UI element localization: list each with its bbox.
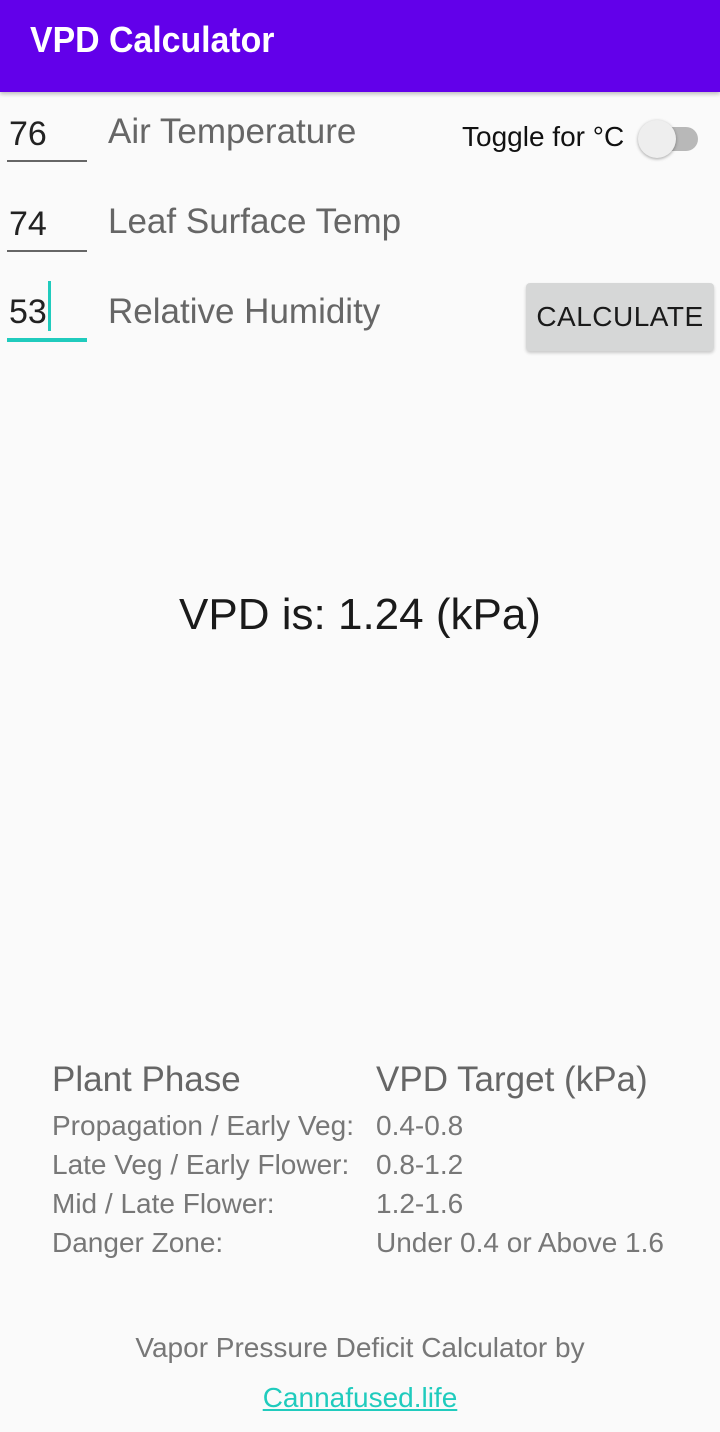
air-temp-input[interactable]: 76 <box>7 112 87 162</box>
website-link[interactable]: Cannafused.life <box>263 1382 458 1413</box>
target-cell: 0.8-1.2 <box>376 1149 464 1180</box>
humidity-value: 53 <box>9 293 47 331</box>
target-cell: Under 0.4 or Above 1.6 <box>376 1227 664 1258</box>
app-title: VPD Calculator <box>30 19 275 60</box>
phase-cell: Danger Zone: <box>52 1227 224 1258</box>
calculate-button[interactable]: CALCULATE <box>526 283 714 351</box>
text-cursor <box>47 281 51 331</box>
celsius-toggle-label: Toggle for °C <box>462 121 625 152</box>
leaf-temp-input[interactable]: 74 <box>7 202 87 252</box>
table-header-target: VPD Target (kPa) <box>376 1060 648 1099</box>
leaf-temp-label: Leaf Surface Temp <box>108 202 402 241</box>
phase-cell: Late Veg / Early Flower: <box>52 1149 350 1180</box>
footer-credit: Vapor Pressure Deficit Calculator by <box>135 1332 585 1363</box>
humidity-input[interactable]: 53 <box>7 281 87 342</box>
phase-cell: Propagation / Early Veg: <box>52 1110 354 1141</box>
air-temp-label: Air Temperature <box>108 112 357 151</box>
vpd-result: VPD is: 1.24 (kPa) <box>179 590 541 639</box>
table-header-phase: Plant Phase <box>52 1060 241 1099</box>
phase-cell: Mid / Late Flower: <box>52 1188 275 1219</box>
app-bar: VPD Calculator <box>0 0 720 92</box>
humidity-label: Relative Humidity <box>108 292 381 331</box>
target-cell: 0.4-0.8 <box>376 1110 464 1141</box>
target-cell: 1.2-1.6 <box>376 1188 464 1219</box>
switch-thumb <box>638 120 676 158</box>
celsius-toggle-switch[interactable] <box>638 120 700 158</box>
